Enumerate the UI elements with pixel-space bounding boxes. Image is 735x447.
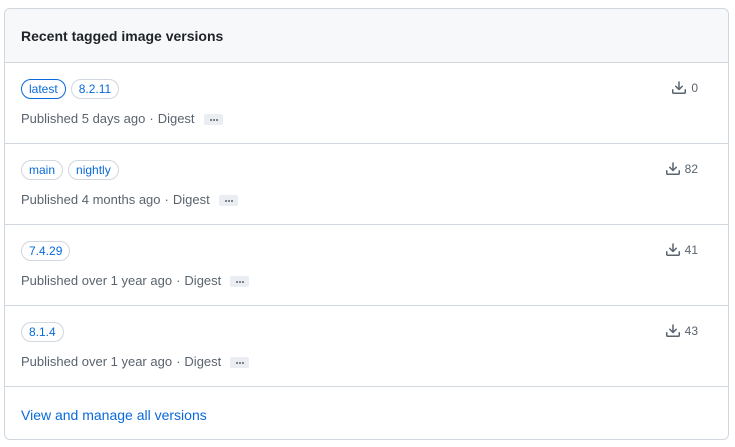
digest-label: Digest [172, 192, 210, 207]
download-count: 41 [665, 242, 698, 258]
tag-list: latest 8.2.11 [21, 79, 120, 99]
published-label: Published [21, 111, 79, 126]
tag-version[interactable]: 7.4.29 [21, 241, 71, 261]
version-row: 7.4.29 Published over 1 year ago · Diges… [5, 225, 728, 306]
published-label: Published [21, 273, 79, 288]
tag-version[interactable]: nightly [68, 160, 119, 180]
tag-version[interactable]: 8.2.11 [70, 79, 120, 99]
tag-version[interactable]: main [21, 160, 64, 180]
download-count: 0 [671, 80, 698, 96]
published-time: 5 days ago [81, 111, 146, 126]
published-label: Published [21, 192, 79, 207]
tag-latest[interactable]: latest [21, 79, 66, 99]
box-title: Recent tagged image versions [21, 28, 224, 44]
tag-list: main nightly [21, 160, 119, 180]
digest-expand-button[interactable] [230, 357, 250, 368]
published-time: over 1 year ago [81, 354, 173, 369]
separator-dot: · [176, 354, 181, 369]
download-icon [672, 81, 687, 94]
box-footer: View and manage all versions [5, 387, 728, 439]
tag-version[interactable]: 8.1.4 [21, 322, 64, 342]
version-row: main nightly Published 4 months ago · Di… [5, 144, 728, 225]
download-count: 82 [665, 161, 698, 177]
tag-list: 7.4.29 [21, 241, 71, 261]
box-header: Recent tagged image versions [5, 9, 728, 63]
digest-expand-button[interactable] [230, 276, 250, 287]
version-row: latest 8.2.11 Published 5 days ago · Dig… [5, 63, 728, 144]
download-count-value: 82 [684, 162, 698, 176]
download-count: 43 [665, 323, 698, 339]
digest-expand-button[interactable] [218, 195, 238, 206]
published-time: over 1 year ago [81, 273, 173, 288]
separator-dot: · [149, 111, 154, 126]
version-meta: Published 5 days ago · Digest [21, 111, 223, 126]
tag-list: 8.1.4 [21, 322, 64, 342]
published-time: 4 months ago [81, 192, 161, 207]
download-icon [665, 324, 680, 337]
download-icon [665, 162, 680, 175]
version-row: 8.1.4 Published over 1 year ago · Digest… [5, 306, 728, 387]
view-all-versions-link[interactable]: View and manage all versions [21, 407, 207, 423]
version-meta: Published over 1 year ago · Digest [21, 354, 250, 369]
download-count-value: 43 [684, 324, 698, 338]
download-icon [665, 243, 680, 256]
digest-expand-button[interactable] [203, 114, 223, 125]
version-meta: Published 4 months ago · Digest [21, 192, 238, 207]
versions-box: Recent tagged image versions latest 8.2.… [4, 8, 729, 440]
digest-label: Digest [157, 111, 195, 126]
download-count-value: 41 [684, 243, 698, 257]
digest-label: Digest [184, 273, 222, 288]
download-count-value: 0 [691, 81, 698, 95]
separator-dot: · [176, 273, 181, 288]
published-label: Published [21, 354, 79, 369]
separator-dot: · [164, 192, 169, 207]
digest-label: Digest [184, 354, 222, 369]
version-meta: Published over 1 year ago · Digest [21, 273, 250, 288]
